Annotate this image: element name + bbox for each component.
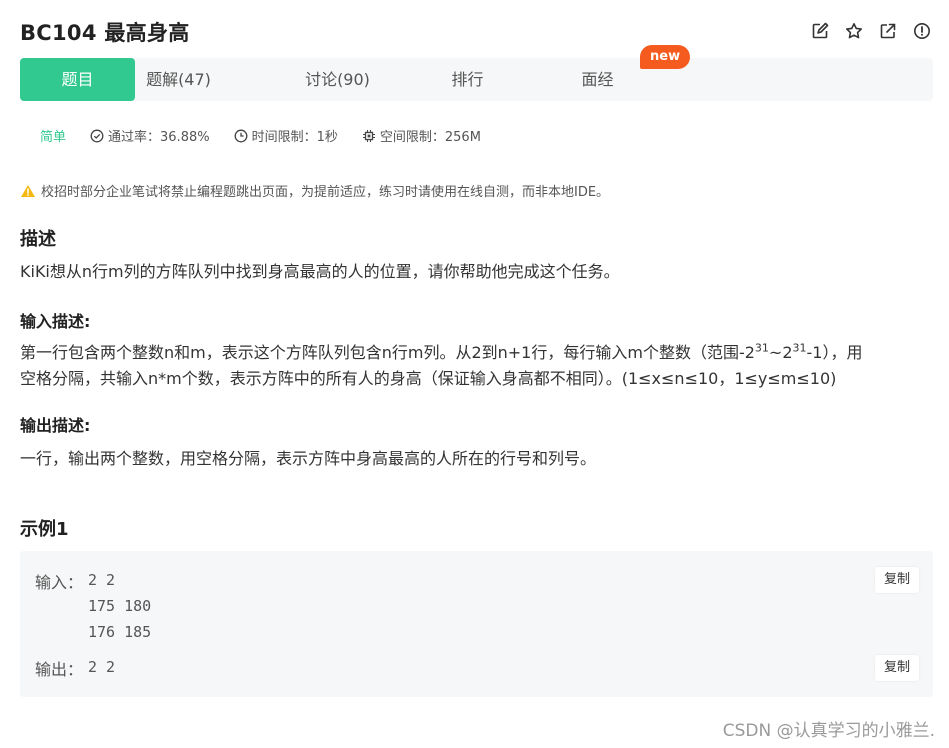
notice-text: 校招时部分企业笔试将禁止编程题跳出页面，为提前适应，练习时请使用在线自测，而非本…	[41, 185, 610, 200]
input-desc-text: 第一行包含两个整数n和m，表示这个方阵队列包含n行m列。从2到n+1行，每行输入…	[20, 340, 932, 392]
description-title: 描述	[20, 229, 56, 250]
pass-rate-text: 通过率：36.88%	[108, 130, 210, 145]
input-desc-line1c: -1），用	[806, 343, 863, 362]
example-input-line: 175 180	[88, 597, 152, 615]
chip-icon	[362, 129, 375, 142]
edit-icon[interactable]	[809, 20, 831, 42]
problem-meta: 简单 通过率：36.88% 时间限制：1秒 空间限制：256M	[40, 126, 505, 145]
example-input-line: 176 185	[88, 623, 152, 641]
example-output-label: 输出：	[35, 660, 84, 679]
example-input-label: 输入：	[35, 573, 84, 592]
output-desc-text: 一行，输出两个整数，用空格分隔，表示方阵中身高最高的人所在的行号和列号。	[20, 449, 597, 468]
tab-interview[interactable]: 面经	[540, 58, 655, 101]
tab-discussion[interactable]: 讨论(90)	[280, 58, 395, 101]
input-desc-line1b: ~2	[768, 343, 793, 362]
copy-output-button[interactable]: 复制	[875, 655, 919, 681]
exponent-1: 31	[754, 341, 769, 355]
new-badge: new	[640, 45, 691, 69]
warning-icon	[21, 184, 35, 197]
problem-title: BC104 最高身高	[20, 21, 190, 45]
check-circle-icon	[90, 129, 104, 142]
space-limit-text: 空间限制：256M	[379, 130, 481, 145]
example-block: 输入： 2 2 175 180 176 185 复制 输出： 2 2 复制	[20, 551, 933, 697]
description-text: KiKi想从n行m列的方阵队列中找到身高最高的人的位置，请你帮助他完成这个任务。	[20, 262, 620, 281]
example-title: 示例1	[20, 519, 69, 540]
copy-input-button[interactable]: 复制	[875, 567, 919, 593]
pass-rate: 通过率：36.88%	[90, 126, 210, 145]
problem-tabs: 题目 题解(47) 讨论(90) 排行 面经 new	[20, 45, 933, 101]
example-output-line: 2 2	[88, 658, 116, 676]
report-icon[interactable]	[911, 20, 933, 42]
exam-notice: 校招时部分企业笔试将禁止编程题跳出页面，为提前适应，练习时请使用在线自测，而非本…	[20, 181, 609, 200]
space-limit: 空间限制：256M	[362, 126, 481, 145]
header-actions	[809, 20, 933, 42]
tab-ranking[interactable]: 排行	[410, 58, 525, 101]
exponent-2: 31	[792, 341, 807, 355]
time-limit-text: 时间限制：1秒	[251, 130, 338, 145]
input-desc-line2: 空格分隔，共输入n*m个数，表示方阵中的所有人的身高（保证输入身高都不相同）。(…	[20, 369, 837, 388]
input-desc-line1a: 第一行包含两个整数n和m，表示这个方阵队列包含n行m列。从2到n+1行，每行输入…	[20, 343, 755, 362]
star-icon[interactable]	[843, 20, 865, 42]
clock-icon	[234, 129, 248, 142]
example-input-line: 2 2	[88, 571, 116, 589]
input-desc-title: 输入描述:	[20, 312, 91, 331]
tab-solutions[interactable]: 题解(47)	[121, 58, 236, 101]
csdn-watermark: CSDN @认真学习的小雅兰.	[722, 721, 935, 741]
problem-header: BC104 最高身高	[20, 14, 933, 48]
difficulty-label: 简单	[40, 130, 67, 145]
share-icon[interactable]	[877, 20, 899, 42]
time-limit: 时间限制：1秒	[234, 126, 338, 145]
output-desc-title: 输出描述:	[20, 416, 91, 435]
tab-problem[interactable]: 题目	[20, 58, 135, 101]
